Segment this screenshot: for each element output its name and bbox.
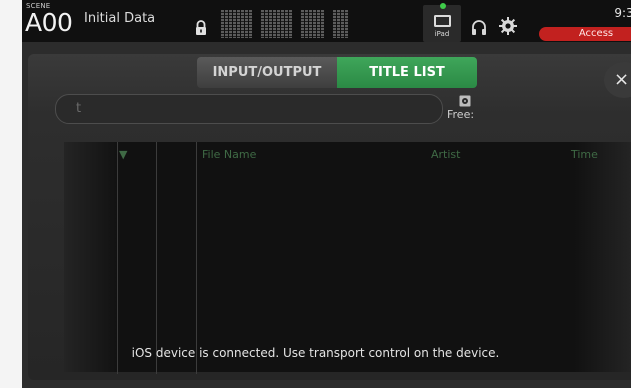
storage-icon bbox=[459, 95, 471, 107]
file-name-column-header[interactable]: File Name bbox=[202, 148, 256, 161]
meter-group-3 bbox=[301, 10, 324, 38]
meter-group-1 bbox=[221, 10, 252, 38]
lock-icon[interactable] bbox=[194, 20, 208, 36]
time-column-header[interactable]: Time bbox=[571, 148, 598, 161]
level-meters[interactable] bbox=[221, 10, 407, 38]
gear-icon[interactable] bbox=[498, 16, 518, 36]
sort-column-header[interactable]: ▼ bbox=[119, 148, 127, 161]
tab-bar: INPUT/OUTPUT TITLE LIST bbox=[197, 57, 477, 88]
scene-name[interactable]: Initial Data bbox=[84, 11, 155, 26]
column-divider bbox=[156, 142, 157, 374]
status-message: iOS device is connected. Use transport c… bbox=[131, 346, 500, 360]
scene-number[interactable]: A00 bbox=[25, 8, 73, 37]
search-input[interactable]: t bbox=[55, 94, 443, 124]
title-list-dialog: INPUT/OUTPUT TITLE LIST × t Free: ▼ File… bbox=[22, 42, 631, 388]
free-space-label: Free: bbox=[447, 108, 475, 121]
ipad-icon: iPad bbox=[434, 15, 451, 38]
search-icon: t bbox=[76, 101, 82, 116]
tab-title-list[interactable]: TITLE LIST bbox=[337, 57, 477, 88]
artist-column-header[interactable]: Artist bbox=[431, 148, 460, 161]
meter-group-4 bbox=[333, 10, 348, 38]
column-divider bbox=[117, 142, 118, 374]
clock: 9:39:2 bbox=[614, 6, 631, 20]
column-divider bbox=[196, 142, 197, 374]
title-list-table[interactable]: ▼ File Name Artist Time bbox=[64, 142, 631, 374]
connection-indicator bbox=[440, 3, 446, 9]
headphone-icon[interactable] bbox=[470, 18, 488, 36]
top-bar: SCENE A00 Initial Data iPad 9:3 Access bbox=[22, 0, 631, 42]
access-button[interactable]: Access bbox=[539, 27, 631, 41]
meter-group-2 bbox=[261, 10, 292, 38]
svg-text:iPad: iPad bbox=[435, 30, 450, 38]
ipad-connection-button[interactable]: iPad bbox=[423, 3, 461, 42]
tab-input-output[interactable]: INPUT/OUTPUT bbox=[197, 57, 337, 88]
